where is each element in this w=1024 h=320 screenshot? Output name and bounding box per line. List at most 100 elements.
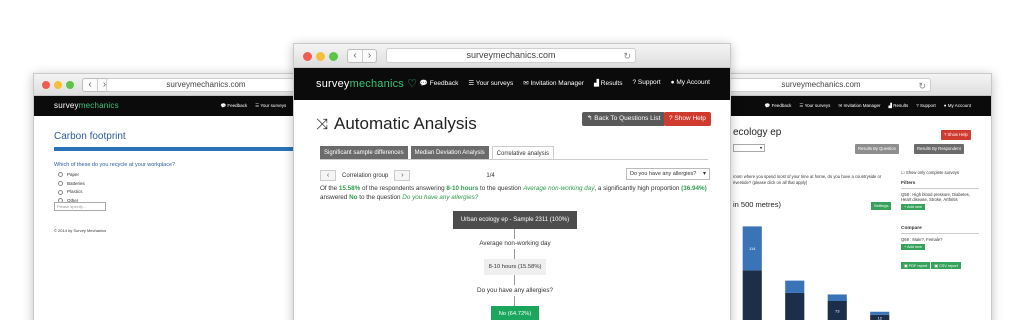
maximize-dot-icon[interactable] — [66, 81, 74, 89]
bar-1-series-0[interactable] — [785, 280, 805, 293]
pdf-report-label: PDF report — [908, 264, 928, 268]
browser-toolbar: ‹ › surveymechanics.com ↻ — [294, 44, 730, 68]
flow-answer-node: 8-10 hours (15.58%) — [484, 259, 546, 275]
address-bar[interactable]: surveymechanics.com ↻ — [711, 78, 931, 92]
back-icon[interactable]: ‹ — [348, 50, 362, 62]
nav-feedback[interactable]: 💬 Feedback — [221, 103, 248, 109]
summary-question-link[interactable]: Do you have any allergies? — [402, 194, 478, 201]
nav-account-label: My Account — [947, 103, 971, 108]
nav-feedback-label: Feedback — [771, 103, 792, 108]
flow-connector — [514, 229, 515, 239]
csv-report-label: CSV report — [939, 264, 958, 268]
add-compare-button[interactable]: + Add new — [901, 244, 925, 250]
nav-surveys[interactable]: ☰ Your surveys — [255, 103, 286, 109]
url-text: surveymechanics.com — [781, 80, 861, 89]
summary-text: of the respondents answering — [360, 185, 447, 192]
show-help-button[interactable]: ? Show Help — [941, 130, 971, 140]
bar-data-label: 73 — [835, 309, 840, 314]
address-bar[interactable]: surveymechanics.com — [106, 78, 306, 92]
flow-question-label: Do you have any allergies? — [477, 287, 553, 294]
browser-toolbar: ‹ › surveymechanics.com — [34, 74, 324, 96]
nav-surveys-label: Your surveys — [804, 103, 831, 108]
forward-icon[interactable]: › — [362, 50, 376, 62]
nav-account[interactable]: ● My Account — [671, 79, 710, 87]
logo-part-survey: survey — [54, 101, 79, 110]
add-filter-button[interactable]: + Add new — [901, 204, 925, 210]
logo[interactable]: surveymechanics ♡ — [316, 77, 417, 90]
option-batteries[interactable]: Batteries — [58, 180, 85, 189]
nav-account[interactable]: ● My Account — [944, 103, 971, 109]
nav-support[interactable]: ? Support — [916, 103, 936, 109]
page-title: ecology ep — [733, 127, 782, 138]
bar-data-label: 114 — [749, 246, 756, 251]
nav-results-label: Results — [893, 103, 909, 108]
reload-icon[interactable]: ↻ — [918, 80, 926, 92]
report-buttons: ▣ PDF report ▣ CSV report — [901, 260, 979, 269]
summary-text: to the question — [478, 185, 524, 192]
nav-feedback[interactable]: 💬 Feedback — [765, 103, 792, 109]
nav-support-label: Support — [637, 79, 661, 86]
logo-part-survey: survey — [316, 78, 350, 90]
results-by-question-button[interactable]: Results By Question — [855, 144, 899, 154]
nav-links: 💬 Feedback ☰ Your surveys ✉ Invitation M… — [765, 103, 971, 109]
question-selector[interactable]: ▾ — [733, 144, 765, 152]
summary-question-link[interactable]: Average non-working day — [523, 185, 594, 192]
url-text: surveymechanics.com — [466, 50, 556, 60]
compare-item[interactable]: Q69 : Male?, Female? — [901, 237, 979, 242]
tab-median-deviation[interactable]: Median Deviation Analysis — [410, 146, 489, 160]
nav-invitation-label: Invitation Manager — [530, 80, 584, 87]
nav-feedback[interactable]: 💬 Feedback — [420, 79, 458, 87]
nav-account-label: My Account — [676, 79, 710, 86]
maximize-dot-icon[interactable] — [329, 52, 338, 61]
options-list: Paper Batteries Plastics Other — [58, 171, 85, 205]
back-to-questions-button[interactable]: ↰ Back To Questions List — [582, 112, 666, 126]
close-dot-icon[interactable] — [303, 52, 312, 61]
prev-group-button[interactable]: ‹ — [320, 170, 336, 181]
nav-results[interactable]: ▟ Results — [594, 79, 623, 87]
close-dot-icon[interactable] — [42, 81, 50, 89]
address-bar[interactable]: surveymechanics.com ↻ — [386, 48, 636, 63]
minimize-dot-icon[interactable] — [54, 81, 62, 89]
csv-report-button[interactable]: ▣ CSV report — [931, 262, 961, 269]
option-plastics[interactable]: Plastics — [58, 188, 85, 197]
show-help-button[interactable]: ? Show Help — [664, 112, 711, 126]
compare-surveys-toggle[interactable]: ☐ Show only complete surveys — [901, 170, 979, 175]
flow-result-node: No (64.72%) — [491, 306, 539, 320]
automatic-analysis-window: ‹ › surveymechanics.com ↻ surveymechanics… — [293, 43, 731, 320]
question-select[interactable]: Do you have any allergies? ▾ — [626, 168, 710, 180]
nav-surveys[interactable]: ☰ Your surveys — [468, 79, 513, 87]
logo-heart-icon: ♡ — [407, 78, 418, 90]
nav-invitation[interactable]: ✉ Invitation Manager — [523, 79, 584, 87]
browser-toolbar: surveymechanics.com ↻ — [701, 74, 991, 96]
compare-surveys-label: Show only complete surveys — [905, 170, 959, 175]
question-text: room where you spend most of your time a… — [733, 174, 882, 185]
app-navbar: 💬 Feedback ☰ Your surveys ✉ Invitation M… — [701, 96, 991, 116]
tab-correlative-analysis[interactable]: Correlative analysis — [491, 146, 555, 160]
bar-3-series-0[interactable] — [870, 311, 890, 315]
settings-button[interactable]: Settings — [871, 202, 892, 210]
next-group-button[interactable]: › — [394, 170, 411, 181]
compare-panel: Compare Q69 : Male?, Female? + Add new — [901, 226, 979, 250]
bar-0-series-1[interactable] — [742, 270, 762, 320]
flow-connector — [514, 296, 515, 306]
nav-invitation[interactable]: ✉ Invitation Manager — [838, 103, 880, 109]
filter-item[interactable]: Q58 : High blood pressure, Diabetes, Hea… — [901, 192, 979, 202]
tab-sample-differences[interactable]: Significant sample differences — [320, 146, 408, 160]
page-title: Carbon footprint — [54, 131, 126, 142]
reload-icon[interactable]: ↻ — [623, 50, 631, 62]
minimize-dot-icon[interactable] — [316, 52, 325, 61]
specify-input[interactable]: Please specify... — [54, 202, 106, 211]
bar-1-series-1[interactable] — [785, 292, 805, 320]
back-icon[interactable]: ‹ — [83, 79, 97, 91]
page-indicator: 1/4 — [486, 172, 495, 179]
nav-support[interactable]: ? Support — [632, 79, 660, 87]
bar-2-series-0[interactable] — [827, 294, 847, 301]
results-by-respondent-button[interactable]: Results By Respondent — [914, 144, 964, 154]
nav-results[interactable]: ▟ Results — [889, 103, 909, 109]
option-paper[interactable]: Paper — [58, 171, 85, 180]
pdf-report-button[interactable]: ▣ PDF report — [901, 262, 931, 269]
nav-results-label: Results — [600, 80, 623, 87]
flow-connector — [514, 275, 515, 285]
logo[interactable]: surveymechanics — [54, 101, 119, 110]
nav-surveys[interactable]: ☰ Your surveys — [799, 103, 830, 109]
